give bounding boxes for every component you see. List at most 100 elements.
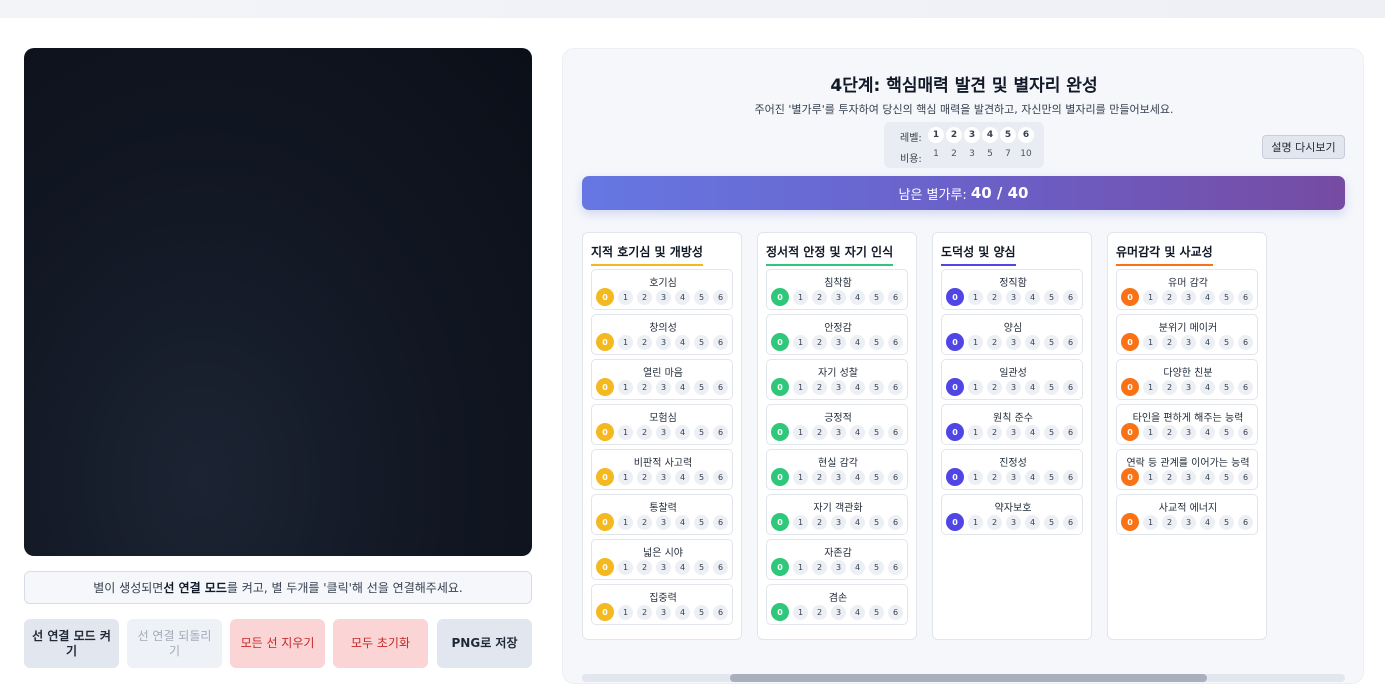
level-option[interactable]: 1 — [618, 380, 633, 395]
level-option[interactable]: 2 — [987, 335, 1002, 350]
level-option[interactable]: 3 — [656, 425, 671, 440]
level-option[interactable]: 5 — [694, 470, 709, 485]
level-option[interactable]: 6 — [888, 605, 903, 620]
level-option[interactable]: 6 — [1238, 380, 1253, 395]
level-option[interactable]: 3 — [1181, 515, 1196, 530]
level-option[interactable]: 2 — [637, 335, 652, 350]
level-option[interactable]: 1 — [793, 560, 808, 575]
level-option[interactable]: 1 — [968, 380, 983, 395]
level-option[interactable]: 1 — [618, 425, 633, 440]
level-option[interactable]: 4 — [1200, 335, 1215, 350]
level-option-selected[interactable]: 0 — [596, 423, 614, 441]
level-option[interactable]: 1 — [793, 605, 808, 620]
level-option[interactable]: 2 — [1162, 515, 1177, 530]
level-option[interactable]: 3 — [656, 515, 671, 530]
level-option[interactable]: 4 — [1025, 380, 1040, 395]
level-option[interactable]: 4 — [1025, 290, 1040, 305]
level-option[interactable]: 1 — [793, 380, 808, 395]
level-option[interactable]: 6 — [888, 515, 903, 530]
level-option[interactable]: 6 — [888, 560, 903, 575]
level-option[interactable]: 1 — [793, 290, 808, 305]
level-option[interactable]: 3 — [831, 290, 846, 305]
level-option-selected[interactable]: 0 — [771, 603, 789, 621]
level-option[interactable]: 2 — [637, 470, 652, 485]
help-again-button[interactable]: 설명 다시보기 — [1262, 135, 1345, 159]
level-option[interactable]: 1 — [1143, 515, 1158, 530]
level-option[interactable]: 5 — [1044, 380, 1059, 395]
level-option[interactable]: 1 — [1143, 380, 1158, 395]
level-option[interactable]: 2 — [987, 515, 1002, 530]
level-option[interactable]: 3 — [656, 470, 671, 485]
level-option-selected[interactable]: 0 — [1121, 468, 1139, 486]
level-option-selected[interactable]: 0 — [771, 423, 789, 441]
level-option[interactable]: 4 — [1200, 515, 1215, 530]
level-option[interactable]: 5 — [694, 605, 709, 620]
level-option[interactable]: 4 — [850, 605, 865, 620]
level-option[interactable]: 2 — [987, 470, 1002, 485]
level-option[interactable]: 4 — [850, 380, 865, 395]
level-option[interactable]: 6 — [1238, 290, 1253, 305]
level-option[interactable]: 1 — [618, 470, 633, 485]
level-option[interactable]: 6 — [713, 425, 728, 440]
level-option[interactable]: 1 — [968, 470, 983, 485]
level-option[interactable]: 5 — [694, 335, 709, 350]
level-option[interactable]: 5 — [1219, 380, 1234, 395]
level-option[interactable]: 2 — [1162, 425, 1177, 440]
level-option[interactable]: 3 — [1181, 335, 1196, 350]
level-option[interactable]: 3 — [1181, 290, 1196, 305]
level-option[interactable]: 6 — [713, 290, 728, 305]
level-option-selected[interactable]: 0 — [596, 468, 614, 486]
level-option[interactable]: 2 — [637, 425, 652, 440]
level-option-selected[interactable]: 0 — [771, 378, 789, 396]
undo-line-button[interactable]: 선 연결 되돌리기 — [127, 619, 222, 668]
level-option[interactable]: 3 — [831, 335, 846, 350]
level-option[interactable]: 1 — [618, 335, 633, 350]
scrollbar-thumb[interactable] — [730, 674, 1207, 682]
level-option[interactable]: 5 — [869, 605, 884, 620]
level-option[interactable]: 4 — [675, 470, 690, 485]
level-option[interactable]: 2 — [1162, 335, 1177, 350]
level-option[interactable]: 2 — [812, 515, 827, 530]
toggle-line-mode-button[interactable]: 선 연결 모드 켜기 — [24, 619, 119, 668]
level-option[interactable]: 5 — [1044, 290, 1059, 305]
level-option[interactable]: 3 — [656, 290, 671, 305]
level-option[interactable]: 1 — [1143, 290, 1158, 305]
level-option-selected[interactable]: 0 — [1121, 513, 1139, 531]
level-option[interactable]: 1 — [968, 515, 983, 530]
level-option[interactable]: 5 — [1219, 290, 1234, 305]
level-option[interactable]: 5 — [869, 470, 884, 485]
level-option[interactable]: 5 — [869, 425, 884, 440]
level-option-selected[interactable]: 0 — [771, 468, 789, 486]
level-option[interactable]: 3 — [831, 425, 846, 440]
level-option[interactable]: 2 — [812, 560, 827, 575]
level-option[interactable]: 2 — [987, 425, 1002, 440]
level-option[interactable]: 6 — [888, 470, 903, 485]
level-option[interactable]: 2 — [637, 380, 652, 395]
level-option[interactable]: 1 — [968, 290, 983, 305]
level-option[interactable]: 2 — [812, 425, 827, 440]
category-scroll-area[interactable]: 책임감성실함0123456책임감0123456인내심0123456계획성0123… — [582, 232, 1345, 660]
level-option[interactable]: 1 — [618, 605, 633, 620]
level-option[interactable]: 3 — [656, 605, 671, 620]
level-option[interactable]: 4 — [1200, 380, 1215, 395]
level-option[interactable]: 2 — [987, 290, 1002, 305]
level-option[interactable]: 4 — [1025, 425, 1040, 440]
level-option[interactable]: 3 — [656, 335, 671, 350]
level-option-selected[interactable]: 0 — [596, 288, 614, 306]
level-option[interactable]: 2 — [637, 515, 652, 530]
level-option[interactable]: 3 — [1006, 470, 1021, 485]
level-option[interactable]: 2 — [1162, 380, 1177, 395]
level-option[interactable]: 2 — [812, 335, 827, 350]
level-option[interactable]: 4 — [1025, 470, 1040, 485]
level-option[interactable]: 5 — [1044, 425, 1059, 440]
level-option[interactable]: 4 — [675, 515, 690, 530]
level-option-selected[interactable]: 0 — [596, 333, 614, 351]
level-option-selected[interactable]: 0 — [946, 468, 964, 486]
level-option[interactable]: 5 — [869, 290, 884, 305]
level-option[interactable]: 1 — [968, 335, 983, 350]
level-option[interactable]: 2 — [637, 560, 652, 575]
level-option[interactable]: 3 — [656, 560, 671, 575]
level-option-selected[interactable]: 0 — [596, 378, 614, 396]
level-option[interactable]: 4 — [675, 425, 690, 440]
level-option[interactable]: 5 — [869, 515, 884, 530]
